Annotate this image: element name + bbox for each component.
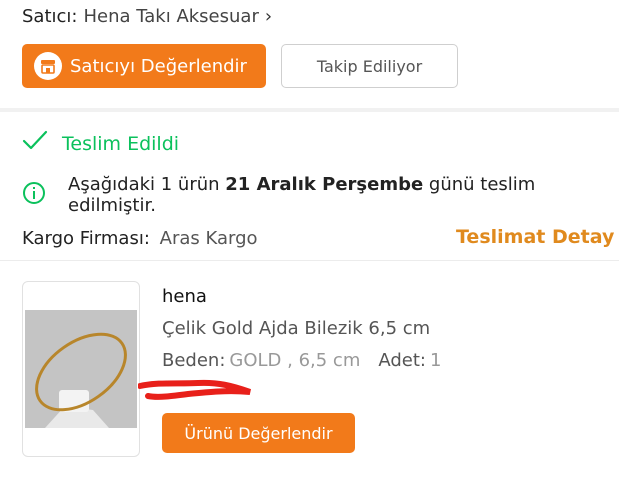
delivery-detail-link[interactable]: Teslimat Detay bbox=[456, 226, 614, 248]
seller-label: Satıcı: bbox=[22, 6, 78, 27]
info-text-pre: Aşağıdaki 1 ürün bbox=[68, 174, 226, 195]
status-text: Teslim Edildi bbox=[62, 132, 180, 155]
section-divider bbox=[0, 108, 619, 112]
chevron-right-icon[interactable]: › bbox=[265, 6, 272, 27]
seller-name[interactable]: Hena Takı Aksesuar bbox=[83, 6, 258, 27]
follow-button[interactable]: Takip Ediliyor bbox=[281, 44, 458, 88]
delivery-date: 21 Aralık Perşembe bbox=[225, 174, 424, 195]
product-card bbox=[0, 260, 619, 490]
info-circle-icon bbox=[22, 181, 46, 210]
delivery-info: Aşağıdaki 1 ürün 21 Aralık Perşembe günü… bbox=[22, 174, 619, 216]
qty-label: Adet: bbox=[378, 350, 426, 371]
check-icon bbox=[22, 130, 48, 157]
follow-label: Takip Ediliyor bbox=[316, 56, 423, 76]
red-scribble-mark bbox=[138, 379, 251, 400]
rate-seller-button[interactable]: Satıcıyı Değerlendir bbox=[22, 44, 266, 88]
seller-row[interactable]: Satıcı: Hena Takı Aksesuar › bbox=[22, 6, 272, 27]
size-value: GOLD , 6,5 cm bbox=[229, 350, 361, 371]
product-image[interactable] bbox=[22, 281, 140, 457]
store-icon bbox=[34, 52, 62, 80]
cargo-label: Kargo Firması: bbox=[22, 228, 150, 249]
delivery-status: Teslim Edildi bbox=[22, 130, 179, 157]
qty-value: 1 bbox=[429, 350, 442, 371]
rate-seller-label: Satıcıyı Değerlendir bbox=[70, 55, 247, 77]
product-meta: Beden: GOLD , 6,5 cm Adet: 1 bbox=[162, 350, 441, 371]
rate-product-button[interactable]: Ürünü Değerlendir bbox=[162, 413, 355, 453]
bracelet-photo bbox=[25, 310, 137, 428]
cargo-row: Kargo Firması: Aras Kargo bbox=[22, 228, 258, 249]
size-label: Beden: bbox=[162, 350, 226, 371]
product-brand[interactable]: hena bbox=[162, 286, 207, 307]
product-name[interactable]: Çelik Gold Ajda Bilezik 6,5 cm bbox=[162, 318, 430, 339]
cargo-value: Aras Kargo bbox=[159, 228, 258, 249]
rate-product-label: Ürünü Değerlendir bbox=[184, 423, 333, 443]
